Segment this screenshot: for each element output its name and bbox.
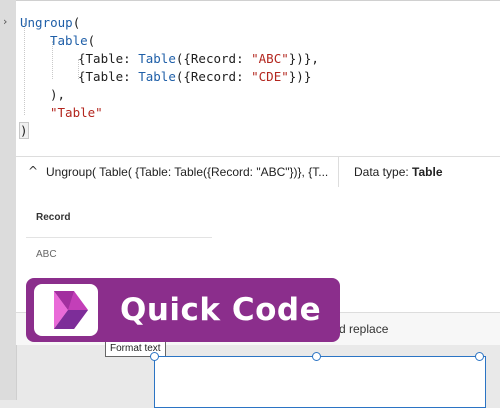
resize-handle[interactable] bbox=[475, 352, 484, 361]
code-function: Table bbox=[50, 33, 88, 48]
code-string: "CDE" bbox=[251, 69, 289, 84]
quick-code-badge: Quick Code bbox=[26, 278, 340, 342]
code-function: Ungroup bbox=[20, 15, 73, 30]
code-string: "Table" bbox=[50, 105, 103, 120]
code-line-2: Table( bbox=[50, 32, 95, 50]
formula-editor[interactable]: Ungroup( Table( {Table: Table({Record: "… bbox=[16, 0, 500, 157]
code-line-7: ) bbox=[19, 122, 29, 140]
resize-handle[interactable] bbox=[150, 352, 159, 361]
data-type-value: Table bbox=[412, 165, 443, 179]
chevron-up-icon[interactable]: ^ bbox=[28, 164, 38, 178]
code-line-4: {Table: Table({Record: "CDE"})} bbox=[78, 68, 311, 86]
code-line-6: "Table" bbox=[50, 104, 103, 122]
data-type-label: Data type: bbox=[354, 165, 409, 179]
table-cell: ABC bbox=[36, 249, 57, 260]
code-text: ), bbox=[50, 87, 66, 102]
divider bbox=[338, 157, 339, 187]
find-replace-button[interactable]: d replace bbox=[339, 322, 388, 336]
code-text: })}, bbox=[288, 51, 319, 66]
column-header: Record bbox=[36, 212, 71, 223]
resize-handle[interactable] bbox=[312, 352, 321, 361]
code-paren: ( bbox=[87, 33, 96, 48]
code-line-5: ), bbox=[50, 86, 65, 104]
indent-guide bbox=[24, 23, 25, 115]
selected-control[interactable] bbox=[150, 352, 486, 408]
divider bbox=[26, 237, 212, 238]
code-paren: ( bbox=[72, 15, 81, 30]
formula-result-bar: ^ Ungroup( Table( {Table: Table({Record:… bbox=[16, 156, 500, 188]
code-text: {Table: bbox=[78, 69, 139, 84]
code-function: Table bbox=[138, 51, 176, 66]
code-line-1: Ungroup( bbox=[20, 14, 80, 32]
data-type: Data type: Table bbox=[354, 165, 443, 179]
power-apps-logo-icon bbox=[54, 291, 88, 329]
code-text: ({Record: bbox=[175, 69, 252, 84]
code-line-3: {Table: Table({Record: "ABC"})}, bbox=[78, 50, 319, 68]
code-string: "ABC" bbox=[251, 51, 289, 66]
chevron-right-icon[interactable]: › bbox=[3, 15, 7, 28]
power-apps-logo-icon bbox=[34, 284, 98, 336]
badge-title: Quick Code bbox=[120, 292, 322, 328]
code-paren: ) bbox=[19, 122, 29, 139]
code-function: Table bbox=[138, 69, 176, 84]
formula-expression: Ungroup( Table( {Table: Table({Record: "… bbox=[46, 165, 328, 179]
code-text: {Table: bbox=[78, 51, 139, 66]
code-text: ({Record: bbox=[175, 51, 252, 66]
code-text: })} bbox=[288, 69, 312, 84]
left-rail: › bbox=[0, 0, 17, 400]
